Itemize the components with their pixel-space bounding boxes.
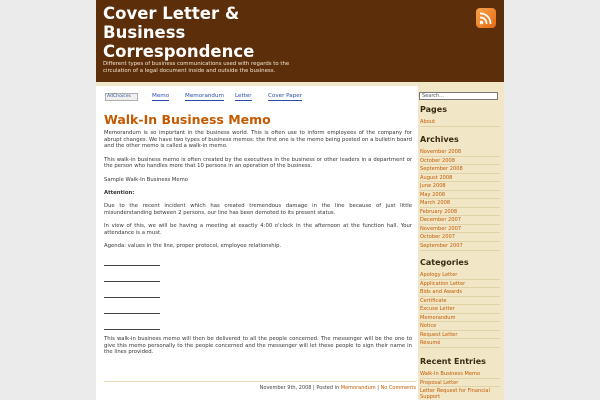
post-paragraph: Agenda: values in the line, proper proto… (104, 242, 282, 249)
category-link[interactable]: Excuse Letter (420, 305, 500, 314)
category-link[interactable]: Memorandum (420, 314, 500, 323)
signature-line (104, 304, 160, 314)
signature-line (104, 288, 160, 298)
archive-link[interactable]: September 2008 (420, 165, 500, 174)
archive-link[interactable]: October 2007 (420, 233, 500, 243)
main-content: AdChoices Memo Memorandum Letter Cover P… (96, 82, 418, 400)
category-link[interactable]: Notice (420, 322, 500, 331)
search-input[interactable]: Search... (419, 92, 498, 100)
recent-entries-heading: Recent Entries (420, 357, 486, 366)
sidebar: Search... Pages About Archives November … (418, 82, 504, 400)
post-date: November 9th, 2008 | Posted in (259, 385, 340, 391)
ad-link-memo[interactable]: Memo (152, 93, 170, 101)
recent-entry-link[interactable]: Walk-In Business Memo (420, 370, 500, 379)
category-link[interactable]: Apology Letter (420, 271, 500, 280)
archive-link[interactable]: March 2008 (420, 199, 500, 208)
post-paragraph: Sample Walk-In Business Memo (104, 176, 189, 183)
meta-separator: | (377, 385, 379, 391)
category-link[interactable]: Application Letter (420, 280, 500, 289)
post-meta: November 9th, 2008 | Posted in Memorandu… (104, 381, 416, 391)
post-paragraph: Due to the recent incident which has cre… (104, 202, 412, 216)
post-title[interactable]: Walk-In Business Memo (104, 112, 271, 127)
category-link[interactable]: Certificate (420, 297, 500, 306)
pages-heading: Pages (420, 105, 447, 114)
page-wrapper: Cover Letter & Business Correspondence D… (96, 0, 504, 400)
categories-list: Apology Letter Application Letter Bids a… (420, 271, 500, 348)
site-header: Cover Letter & Business Correspondence D… (96, 0, 504, 82)
archive-link[interactable]: February 2008 (420, 208, 500, 217)
archive-link[interactable]: November 2008 (420, 148, 500, 157)
category-link[interactable]: Bids and Awards (420, 288, 500, 297)
recent-entries-list: Walk-In Business Memo Proposal Letter Le… (420, 370, 500, 400)
archive-link[interactable]: September 2007 (420, 242, 500, 251)
post-comments-link[interactable]: No Comments (381, 385, 417, 391)
adchoices-badge[interactable]: AdChoices (105, 93, 138, 101)
category-link[interactable]: Résumé (420, 339, 500, 348)
pages-list: About (420, 118, 500, 127)
categories-heading: Categories (420, 258, 469, 267)
sidebar-panel: Search... Pages About Archives November … (418, 86, 504, 400)
page-link-about[interactable]: About (420, 118, 500, 127)
post-category-link[interactable]: Memorandum (341, 385, 376, 391)
signature-line (104, 320, 160, 330)
ad-links-bar: AdChoices Memo Memorandum Letter Cover P… (105, 93, 405, 103)
archive-link[interactable]: August 2008 (420, 174, 500, 183)
site-title[interactable]: Cover Letter & Business Correspondence (103, 4, 293, 61)
recent-entry-link[interactable]: Letter Request for Financial Support (420, 387, 500, 400)
site-description: Different types of business communicatio… (103, 61, 290, 74)
signature-line (104, 256, 160, 266)
archive-link[interactable]: May 2008 (420, 191, 500, 200)
archive-link[interactable]: November 2007 (420, 225, 500, 234)
signature-line (104, 272, 160, 282)
archive-link[interactable]: June 2008 (420, 182, 500, 191)
post-body: Memorandum is so important in the busine… (104, 130, 412, 363)
post-paragraph: Memorandum is so important in the busine… (104, 130, 412, 150)
archive-link[interactable]: October 2008 (420, 157, 500, 166)
ad-link-cover-paper[interactable]: Cover Paper (268, 93, 302, 101)
ad-link-letter[interactable]: Letter (235, 93, 252, 101)
recent-entry-link[interactable]: Proposal Letter (420, 379, 500, 388)
rss-feed-icon[interactable] (476, 8, 496, 28)
ad-link-memorandum[interactable]: Memorandum (185, 93, 224, 101)
post-paragraph: This walk-in business memo is often crea… (104, 156, 412, 170)
category-link[interactable]: Request Letter (420, 331, 500, 340)
post-paragraph: Attention: (104, 189, 135, 196)
archives-heading: Archives (420, 135, 459, 144)
post-paragraph: In view of this, we will be having a mee… (104, 222, 412, 236)
post-paragraph: This walk-in business memo will then be … (104, 335, 412, 356)
archives-list: November 2008 October 2008 September 200… (420, 148, 500, 251)
archive-link[interactable]: December 2007 (420, 216, 500, 225)
